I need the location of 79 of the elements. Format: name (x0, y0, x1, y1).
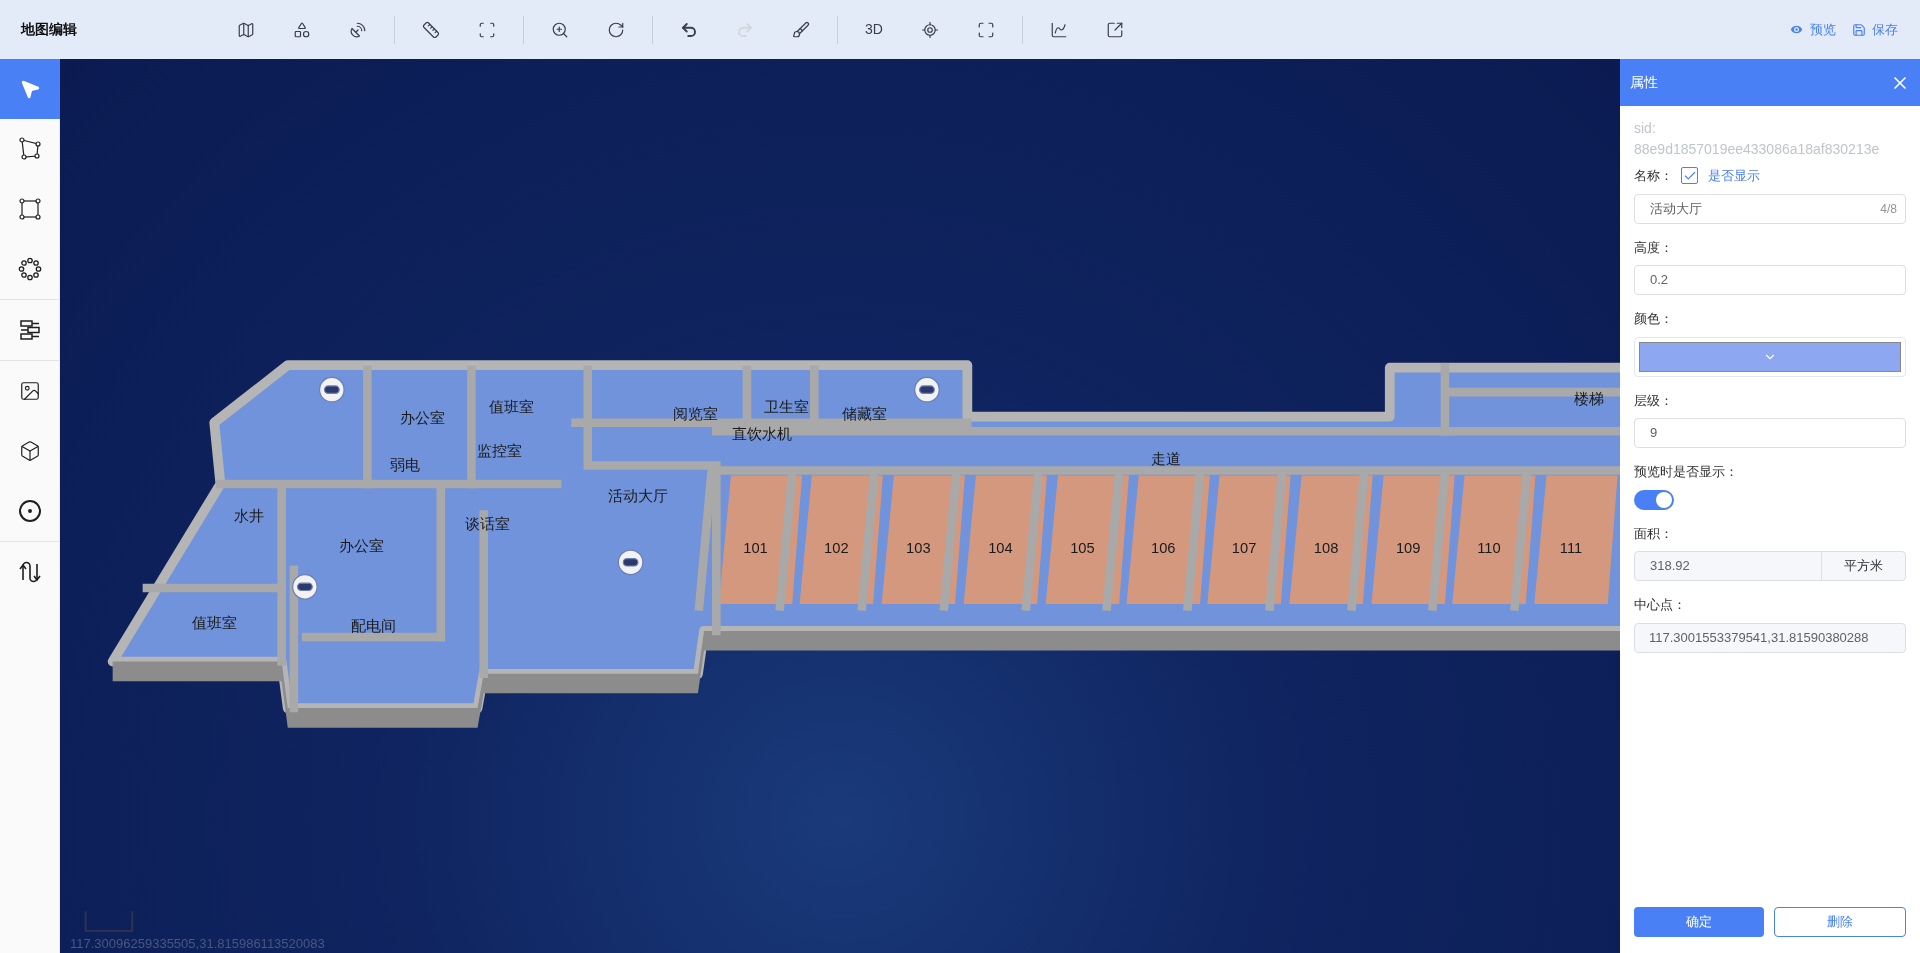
room-label: 值班室 (489, 398, 535, 415)
room-label: 水井 (233, 507, 264, 524)
layer-input[interactable]: 9 (1634, 418, 1906, 448)
field-label: 颜色： (1634, 310, 1674, 328)
image-icon (19, 380, 41, 402)
view-toggle-button[interactable]: 3D (850, 9, 898, 50)
room-label: 值班室 (191, 615, 237, 632)
char-counter: 4/8 (1880, 200, 1897, 218)
name-value: 活动大厅 (1650, 199, 1702, 218)
fullscreen-icon (977, 20, 995, 39)
room-label: 104 (988, 539, 1013, 556)
room-label: 监控室 (477, 442, 523, 459)
area-value: 318.92 (1649, 557, 1691, 576)
polygon-icon (18, 137, 42, 161)
field-label: 预览时是否显示： (1634, 463, 1739, 481)
bricks-icon (18, 318, 42, 342)
room-label: 108 (1313, 539, 1339, 556)
field-label: 名称： (1634, 167, 1673, 185)
room-label: 楼梯 (1574, 391, 1605, 408)
field-label: 中心点： (1634, 596, 1687, 614)
rectangle-icon (18, 197, 42, 221)
field-label: 层级： (1634, 391, 1674, 410)
satellite-dish-icon (349, 20, 367, 39)
sid-value: 88e9d1857019ee433086a18af830213e (1634, 140, 1881, 159)
scale-bar-icon (84, 910, 134, 932)
room-label: 走道 (1150, 451, 1181, 468)
cursor-coordinates: 117.30096259335505,31.815986113520083 (70, 934, 325, 953)
room-label: 办公室 (399, 409, 445, 426)
room-label: 配电间 (350, 617, 396, 634)
room-label: 谈话室 (464, 516, 510, 533)
height-input[interactable]: 0.2 (1634, 265, 1906, 295)
room-label: 105 (1070, 539, 1095, 556)
shapes-icon (293, 20, 311, 39)
map-icon (237, 20, 255, 39)
name-input[interactable]: 活动大厅 4/8 (1634, 193, 1906, 224)
show-checkbox[interactable]: 是否显示 (1681, 166, 1760, 186)
save-icon (1852, 22, 1866, 37)
unit-label: 平方米 (1821, 552, 1905, 580)
room-label: 109 (1395, 539, 1421, 556)
room-label: 102 (824, 539, 849, 556)
point-icon (18, 499, 42, 523)
room-label: 卫生室 (763, 398, 809, 415)
room-label: 办公室 (338, 538, 384, 555)
room-label: 阅览室 (673, 406, 718, 423)
field-label: 面积： (1634, 524, 1674, 543)
zoom-in-icon (551, 20, 569, 39)
crosshair-icon (921, 20, 939, 39)
map-canvas[interactable]: 办公室 值班室 阅览室 卫生室 储藏室 楼梯 弱电 监控室 直饮水机 走道 水井 活动大厅 谈话室 办公室 101 102 103 104 105 106 107 108 109 110 111 值班室 配电间 117.30096259335505,31.815986113520083 (60, 59, 1620, 953)
room-label: 107 (1231, 539, 1257, 556)
panel-title: 属性 (1630, 73, 1658, 92)
room-label: 储藏室 (842, 406, 887, 423)
room-label: 110 (1477, 539, 1501, 556)
room-label: 弱电 (390, 457, 421, 474)
sid-label: sid: (1634, 119, 1657, 138)
room-label: 101 (743, 539, 768, 556)
ruler-icon (422, 20, 440, 39)
line-chart-icon (1050, 20, 1068, 39)
delete-button[interactable]: 删除 (1774, 907, 1906, 937)
confirm-button[interactable]: 确定 (1634, 907, 1764, 937)
undo-icon (680, 20, 698, 39)
brush-icon (792, 20, 810, 39)
checkbox[interactable] (1681, 167, 1698, 185)
room-label: 直饮水机 (731, 425, 792, 442)
export-icon (1106, 20, 1124, 39)
area-frame-icon (478, 20, 496, 39)
field-label: 高度： (1634, 238, 1674, 257)
cube-icon (19, 440, 41, 462)
rotate-icon (607, 20, 625, 39)
room-label: 106 (1151, 539, 1176, 556)
pointer-icon (19, 78, 41, 100)
route-arrows-icon (18, 560, 42, 584)
page-title: 地图编辑 (19, 20, 78, 39)
room-label: 103 (906, 539, 931, 556)
preview-switch[interactable] (1634, 489, 1674, 510)
redo-icon (736, 20, 754, 39)
circle-points-icon (18, 257, 42, 281)
room-label: 111 (1559, 539, 1583, 556)
room-label: 活动大厅 (607, 488, 668, 505)
eye-icon (1789, 22, 1804, 37)
